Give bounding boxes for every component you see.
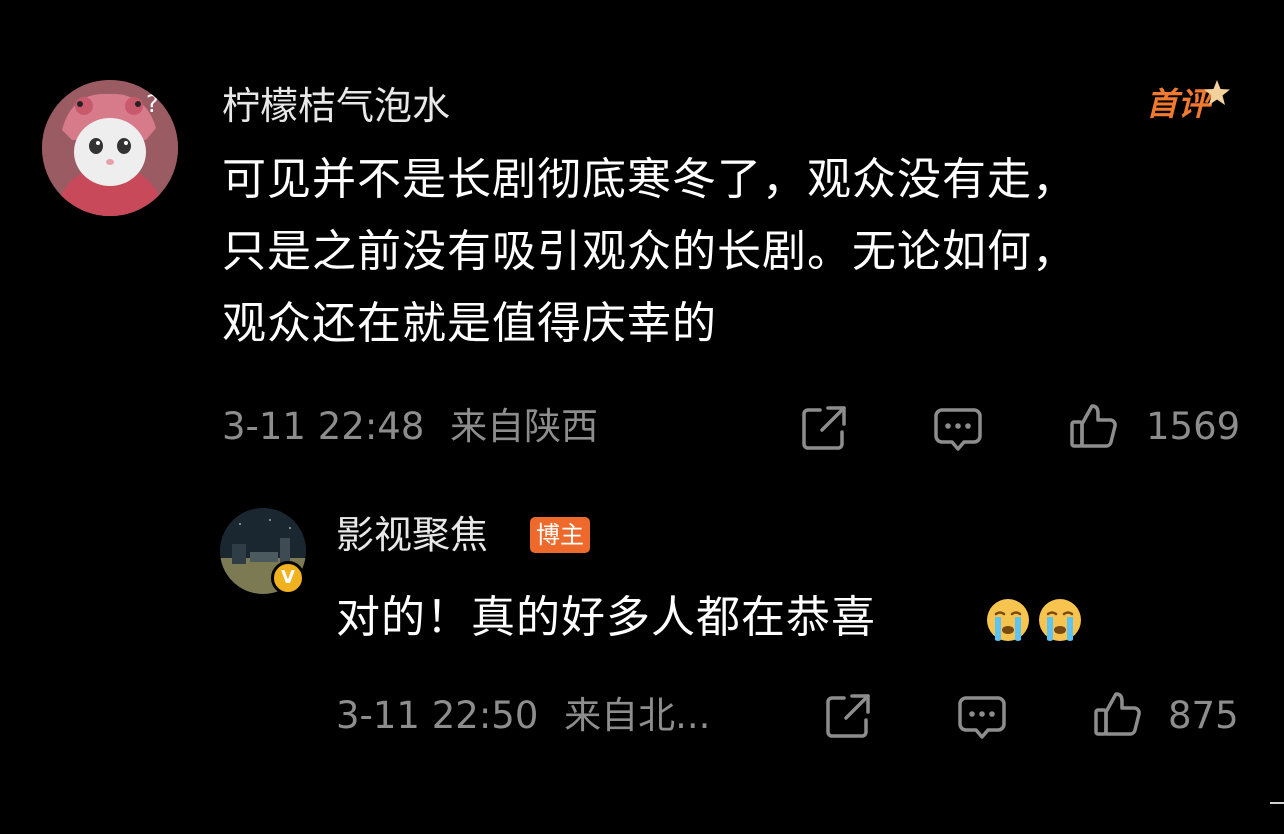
divider bbox=[1270, 802, 1284, 804]
share-icon[interactable] bbox=[798, 402, 850, 454]
crying-face-icon bbox=[987, 599, 1029, 641]
like-icon[interactable] bbox=[1092, 688, 1144, 740]
verified-icon: V bbox=[271, 561, 305, 595]
first-comment-badge: 首评 bbox=[1142, 78, 1234, 130]
cat-avatar-icon: ? bbox=[42, 80, 178, 216]
avatar[interactable]: ? bbox=[42, 80, 178, 216]
first-comment-badge-label: 首评 bbox=[1146, 85, 1211, 123]
blogger-tag: 博主 bbox=[530, 517, 590, 553]
reply-username[interactable]: 影视聚焦 bbox=[336, 512, 488, 558]
comment-like-count: 1569 bbox=[1146, 405, 1241, 448]
comment-line: 只是之前没有吸引观众的长剧。无论如何， bbox=[222, 226, 1077, 277]
crying-face-icon bbox=[1039, 599, 1081, 641]
comment-icon[interactable] bbox=[956, 690, 1008, 742]
comment-username[interactable]: 柠檬桔气泡水 bbox=[222, 83, 450, 129]
comment-meta: 3-11 22:48 来自陕西 bbox=[222, 405, 598, 449]
svg-text:?: ? bbox=[146, 90, 159, 118]
star-icon bbox=[1204, 80, 1230, 105]
comment-location: 来自陕西 bbox=[450, 405, 599, 448]
comment-body: 可见并不是长剧彻底寒冬了，观众没有走， 只是之前没有吸引观众的长剧。无论如何， … bbox=[222, 144, 1262, 360]
comment-line: 可见并不是长剧彻底寒冬了，观众没有走， bbox=[222, 154, 1077, 205]
comment-icon[interactable] bbox=[932, 402, 984, 454]
reply-body: 对的！真的好多人都在恭喜 bbox=[336, 592, 876, 643]
reply-location: 来自北... bbox=[564, 694, 711, 737]
share-icon[interactable] bbox=[822, 690, 874, 742]
reply-meta: 3-11 22:50 来自北... bbox=[336, 694, 710, 738]
reply-time: 3-11 22:50 bbox=[336, 694, 539, 737]
like-icon[interactable] bbox=[1068, 400, 1120, 452]
comment-line: 观众还在就是值得庆幸的 bbox=[222, 298, 717, 349]
reply-like-count: 875 bbox=[1168, 694, 1239, 737]
comment-time: 3-11 22:48 bbox=[222, 405, 425, 448]
